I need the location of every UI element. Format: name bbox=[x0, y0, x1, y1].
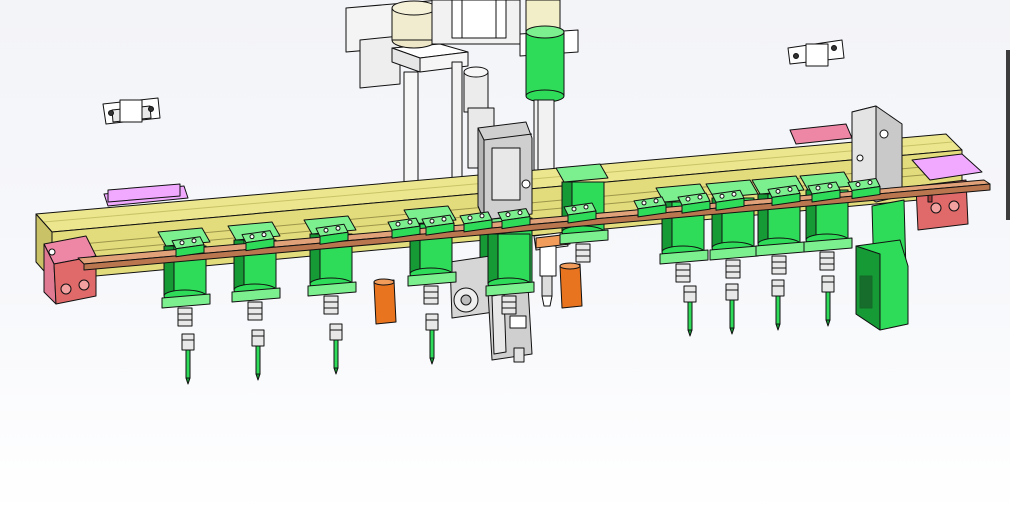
terminal-clip bbox=[387, 217, 421, 239]
viewport-edge bbox=[1006, 50, 1010, 220]
mounting-bracket-left bbox=[102, 97, 161, 125]
drill-bit bbox=[683, 285, 697, 337]
terminal-clip bbox=[421, 214, 455, 236]
terminal-clip bbox=[711, 189, 745, 211]
assembly-scene bbox=[35, 0, 991, 385]
terminal-clip bbox=[847, 178, 881, 200]
terminal-clip bbox=[241, 230, 275, 252]
mounting-bracket-right bbox=[787, 39, 845, 67]
terminal-clip bbox=[497, 208, 531, 230]
drill-bit bbox=[181, 333, 195, 385]
drill-bit bbox=[425, 313, 439, 365]
terminal-clip bbox=[171, 236, 205, 258]
cad-viewport[interactable] bbox=[0, 0, 1010, 515]
terminal-clip bbox=[563, 202, 597, 224]
drill-bit bbox=[821, 275, 835, 327]
terminal-clip bbox=[459, 211, 493, 233]
terminal-clip bbox=[315, 223, 349, 245]
drill-bit bbox=[329, 323, 343, 375]
drill-bit bbox=[771, 279, 785, 331]
right-side-unit bbox=[851, 105, 909, 331]
terminal-clip bbox=[767, 184, 801, 206]
terminal-clip bbox=[677, 192, 711, 214]
drill-bit bbox=[251, 329, 265, 381]
drill-bit bbox=[725, 283, 739, 335]
terminal-clip bbox=[633, 196, 667, 218]
terminal-clip bbox=[807, 181, 841, 203]
